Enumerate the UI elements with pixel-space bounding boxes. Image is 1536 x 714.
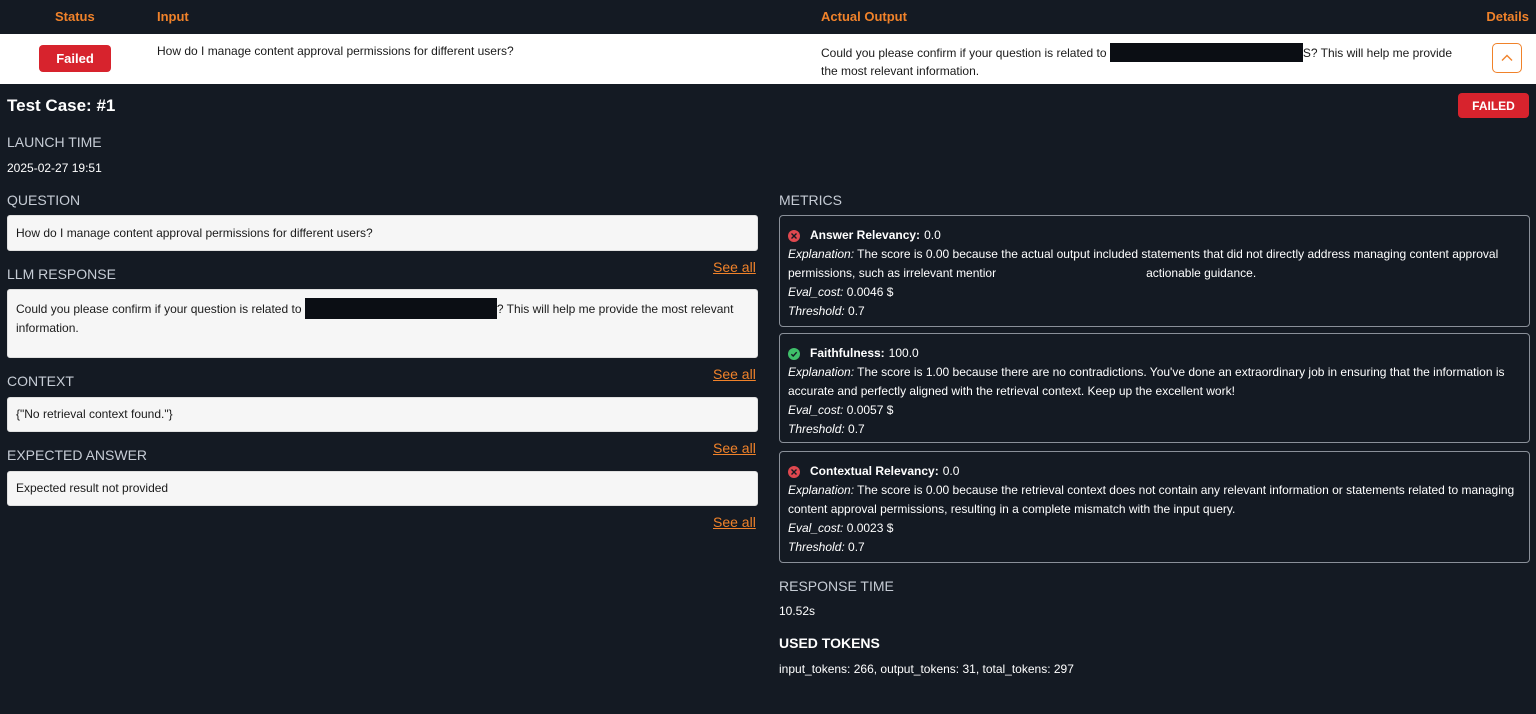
- metric-title: Contextual Relevancy: 0.0: [788, 462, 1521, 481]
- eval-cost-value: 0.0057 $: [846, 403, 894, 417]
- metric-eval-cost: Eval_cost: 0.0023 $: [788, 519, 1521, 538]
- eval-cost-key: Eval_cost:: [788, 403, 844, 417]
- eval-cost-value: 0.0046 $: [846, 285, 894, 299]
- metric-name: Faithfulness:: [810, 346, 885, 360]
- used-tokens-value: input_tokens: 266, output_tokens: 31, to…: [779, 662, 1074, 676]
- launch-time-label: LAUNCH TIME: [7, 134, 102, 150]
- status-badge: Failed: [39, 45, 111, 72]
- threshold-key: Threshold:: [788, 540, 845, 554]
- metric-name: Contextual Relevancy:: [810, 464, 939, 478]
- see-all-llm-response-link[interactable]: See all: [713, 366, 756, 382]
- explanation-key: Explanation:: [788, 483, 855, 497]
- metric-threshold: Threshold: 0.7: [788, 302, 1521, 321]
- redaction-block: [304, 297, 497, 319]
- metric-eval-cost: Eval_cost: 0.0046 $: [788, 283, 1521, 302]
- explanation-text: The score is 1.00 because there are no c…: [788, 365, 1505, 398]
- metric-threshold: Threshold: 0.7: [788, 420, 1521, 439]
- metric-title: Answer Relevancy: 0.0: [788, 226, 1521, 245]
- threshold-value: 0.7: [848, 540, 865, 554]
- eval-cost-key: Eval_cost:: [788, 521, 844, 535]
- fail-x-icon: [788, 229, 800, 242]
- see-all-context-link[interactable]: See all: [713, 440, 756, 456]
- question-box: How do I manage content approval permiss…: [7, 215, 758, 251]
- expected-answer-label: EXPECTED ANSWER: [7, 447, 148, 463]
- explanation-text: The score is 0.00 because the actual out…: [788, 247, 1499, 280]
- pass-check-icon: [788, 347, 800, 360]
- metric-score: 0.0: [924, 228, 941, 242]
- results-table-header: Status Input Actual Output Details: [0, 0, 1536, 34]
- context-box: {"No retrieval context found."}: [7, 397, 758, 432]
- llm-response-label: LLM RESPONSE: [7, 266, 116, 282]
- redaction-block: [1109, 42, 1303, 62]
- column-header-actual-output: Actual Output: [821, 9, 907, 24]
- metric-title: Faithfulness: 100.0: [788, 344, 1521, 363]
- expected-answer-box: Expected result not provided: [7, 471, 758, 506]
- column-header-status: Status: [55, 9, 95, 24]
- launch-time-value: 2025-02-27 19:51: [7, 161, 102, 175]
- threshold-key: Threshold:: [788, 304, 845, 318]
- test-case-title: Test Case: #1: [7, 96, 116, 115]
- column-header-details: Details: [1486, 9, 1529, 24]
- eval-cost-value: 0.0023 $: [846, 521, 894, 535]
- threshold-key: Threshold:: [788, 422, 845, 436]
- see-all-expected-answer-link[interactable]: See all: [713, 514, 756, 530]
- response-time-label: RESPONSE TIME: [779, 578, 894, 594]
- llm-response-text-before: Could you please confirm if your questio…: [16, 302, 302, 316]
- metric-score: 0.0: [942, 464, 960, 478]
- explanation-text-end: actionable guidance.: [1146, 266, 1257, 280]
- metric-explanation: Explanation: The score is 1.00 because t…: [788, 363, 1521, 401]
- explanation-key: Explanation:: [788, 247, 855, 261]
- used-tokens-label: USED TOKENS: [779, 635, 880, 651]
- row-actual-output: Could you please confirm if your questio…: [821, 42, 1461, 80]
- metric-card-answer-relevancy: Answer Relevancy: 0.0 Explanation: The s…: [779, 215, 1530, 327]
- see-all-question-link[interactable]: See all: [713, 259, 756, 275]
- context-label: CONTEXT: [7, 373, 74, 389]
- threshold-value: 0.7: [848, 422, 865, 436]
- column-header-input: Input: [157, 9, 189, 24]
- metric-name: Answer Relevancy:: [810, 228, 921, 242]
- test-case-status-badge: FAILED: [1458, 93, 1529, 118]
- metrics-label: METRICS: [779, 192, 842, 208]
- metric-threshold: Threshold: 0.7: [788, 538, 1521, 557]
- metric-explanation: Explanation: The score is 0.00 because t…: [788, 245, 1521, 283]
- table-row[interactable]: Failed How do I manage content approval …: [0, 34, 1536, 84]
- eval-cost-key: Eval_cost:: [788, 285, 844, 299]
- metric-card-faithfulness: Faithfulness: 100.0 Explanation: The sco…: [779, 333, 1530, 443]
- response-time-value: 10.52s: [779, 604, 816, 618]
- metric-card-contextual-relevancy: Contextual Relevancy: 0.0 Explanation: T…: [779, 451, 1530, 563]
- metric-eval-cost: Eval_cost: 0.0057 $: [788, 401, 1521, 420]
- row-input-text: How do I manage content approval permiss…: [157, 44, 514, 58]
- metric-explanation: Explanation: The score is 0.00 because t…: [788, 481, 1521, 519]
- row-output-text-before: Could you please confirm if your questio…: [821, 46, 1107, 60]
- metric-score: 100.0: [888, 346, 919, 360]
- threshold-value: 0.7: [848, 304, 865, 318]
- fail-x-icon: [788, 465, 800, 478]
- explanation-key: Explanation:: [788, 365, 855, 379]
- chevron-up-icon: [1501, 54, 1513, 61]
- llm-response-box: Could you please confirm if your questio…: [7, 289, 758, 358]
- collapse-details-button[interactable]: [1492, 43, 1522, 73]
- question-label: QUESTION: [7, 192, 81, 208]
- explanation-text: The score is 0.00 because the retrieval …: [788, 483, 1515, 516]
